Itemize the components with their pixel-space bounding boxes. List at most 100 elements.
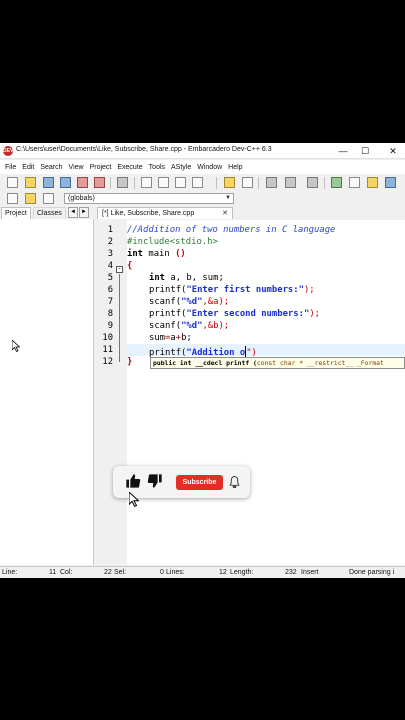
minimize-button[interactable]: — <box>336 145 350 157</box>
line-number: 12 <box>102 357 113 367</box>
status-line-label: Line: <box>2 569 18 576</box>
tooltip-signature: public int __cdecl printf ( <box>153 359 257 367</box>
mouse-pointer-icon <box>12 340 20 352</box>
toggle-comment-icon[interactable] <box>307 177 318 188</box>
tooltip-parameter: const char * __restrict__ _Format <box>256 359 384 367</box>
function-call: scanf( <box>149 297 182 307</box>
status-length-value: 232 <box>285 569 297 576</box>
close-all-icon[interactable] <box>94 177 105 188</box>
line-number: 8 <box>107 309 113 319</box>
new-file-icon[interactable] <box>7 177 18 188</box>
status-message: Done parsing i <box>349 569 395 576</box>
menu-tools[interactable]: Tools <box>146 164 168 171</box>
code-line-5: int a, b, sum; <box>149 272 224 284</box>
print-icon[interactable] <box>117 177 128 188</box>
status-sel-label: Sel: <box>114 569 127 576</box>
code-line-11: printf("Addition o") <box>149 344 257 358</box>
thumbs-up-icon[interactable] <box>125 472 141 490</box>
function-call: printf( <box>149 309 187 319</box>
function-signature-tooltip: public int __cdecl printf (const char * … <box>150 357 405 369</box>
secondary-toolbar: (globals) ▼ <box>0 192 405 205</box>
menu-execute[interactable]: Execute <box>114 164 145 171</box>
compile-run-icon[interactable] <box>367 177 378 188</box>
punctuation: ); <box>303 285 315 295</box>
line-number: 3 <box>107 249 113 259</box>
string-literal: "Enter second numbers:" <box>186 309 310 319</box>
goto-bookmark-icon[interactable] <box>43 193 54 204</box>
chevron-down-icon: ▼ <box>225 195 231 201</box>
mouse-pointer-icon <box>129 492 139 507</box>
code-editor[interactable]: //Addition of two numbers in C language … <box>127 220 405 565</box>
unindent-icon[interactable] <box>285 177 296 188</box>
punctuation: ,&a); <box>202 297 230 307</box>
tab-next-arrow-icon[interactable]: ► <box>79 207 89 218</box>
save-all-icon[interactable] <box>60 177 71 188</box>
indent-icon[interactable] <box>266 177 277 188</box>
status-lines-label: Lines: <box>166 569 185 576</box>
bell-icon[interactable] <box>228 475 241 489</box>
menu-bar: File Edit Search View Project Execute To… <box>0 160 405 174</box>
rebuild-icon[interactable] <box>385 177 396 188</box>
status-lines-value: 12 <box>219 569 227 576</box>
line-number-gutter: 1 2 3 4 5 6 7 8 9 10 11 12 - <box>95 220 127 565</box>
maximize-button[interactable]: ☐ <box>358 145 372 157</box>
redo-icon[interactable] <box>242 177 253 188</box>
function-call: printf( <box>149 285 187 295</box>
toolbar-separator <box>134 177 135 189</box>
editor-tab-file[interactable]: [*] Like, Subscribe, Share.cpp ✕ <box>97 207 233 219</box>
tab-prev-arrow-icon[interactable]: ◄ <box>68 207 78 218</box>
toolbar-separator <box>324 177 325 189</box>
keyword: int <box>127 249 144 259</box>
insert-icon[interactable] <box>7 193 18 204</box>
undo-icon[interactable] <box>224 177 235 188</box>
menu-file[interactable]: File <box>2 164 19 171</box>
code-line-3: int main () <box>127 248 186 260</box>
save-icon[interactable] <box>43 177 54 188</box>
line-number: 4 <box>107 261 113 271</box>
status-sel-value: 0 <box>160 569 164 576</box>
project-tabs: Project Classes ◄ ► <box>0 206 94 219</box>
menu-search[interactable]: Search <box>37 164 65 171</box>
menu-astyle[interactable]: AStyle <box>168 164 194 171</box>
identifier: sum <box>149 333 166 343</box>
menu-project[interactable]: Project <box>87 164 115 171</box>
toolbar-separator <box>258 177 259 189</box>
fold-guide-line <box>119 274 120 362</box>
find-icon[interactable] <box>141 177 152 188</box>
open-file-icon[interactable] <box>25 177 36 188</box>
line-number: 7 <box>107 297 113 307</box>
globals-dropdown[interactable]: (globals) ▼ <box>64 193 234 204</box>
line-number: 10 <box>102 333 113 343</box>
tab-classes[interactable]: Classes <box>33 207 66 219</box>
replace-icon[interactable] <box>158 177 169 188</box>
close-tab-icon[interactable]: ✕ <box>222 208 228 219</box>
menu-edit[interactable]: Edit <box>19 164 37 171</box>
window-title: C:\Users\user\Documents\Like, Subscribe,… <box>16 146 272 153</box>
menu-help[interactable]: Help <box>225 164 245 171</box>
menu-window[interactable]: Window <box>194 164 225 171</box>
close-button[interactable]: ✕ <box>386 145 400 157</box>
thumbs-down-icon[interactable] <box>147 472 163 490</box>
code-line-4: { <box>127 261 133 271</box>
fold-toggle-icon[interactable]: - <box>116 266 123 273</box>
goto-line-icon[interactable] <box>192 177 203 188</box>
line-number: 9 <box>107 321 113 331</box>
code-line-2: #include<stdio.h> <box>127 237 218 247</box>
string-literal: "%d" <box>181 321 203 331</box>
menu-view[interactable]: View <box>66 164 87 171</box>
tab-project[interactable]: Project <box>1 207 31 219</box>
devcpp-logo-icon: DEV <box>3 146 14 156</box>
find-next-icon[interactable] <box>175 177 186 188</box>
compile-icon[interactable] <box>331 177 342 188</box>
string-literal: "Enter first numbers:" <box>186 285 304 295</box>
editor-tab-label: [*] Like, Subscribe, Share.cpp <box>102 210 195 217</box>
close-file-icon[interactable] <box>77 177 88 188</box>
subscribe-button[interactable]: Subscribe <box>176 475 223 490</box>
run-icon[interactable] <box>349 177 360 188</box>
code-line-10: sum=a+b; <box>149 332 192 344</box>
project-browser: Project Classes ◄ ► <box>0 206 94 565</box>
status-mode: Insert <box>301 569 319 576</box>
code-line-12: } <box>127 357 133 367</box>
toolbar-separator <box>216 177 217 189</box>
bookmark-icon[interactable] <box>25 193 36 204</box>
